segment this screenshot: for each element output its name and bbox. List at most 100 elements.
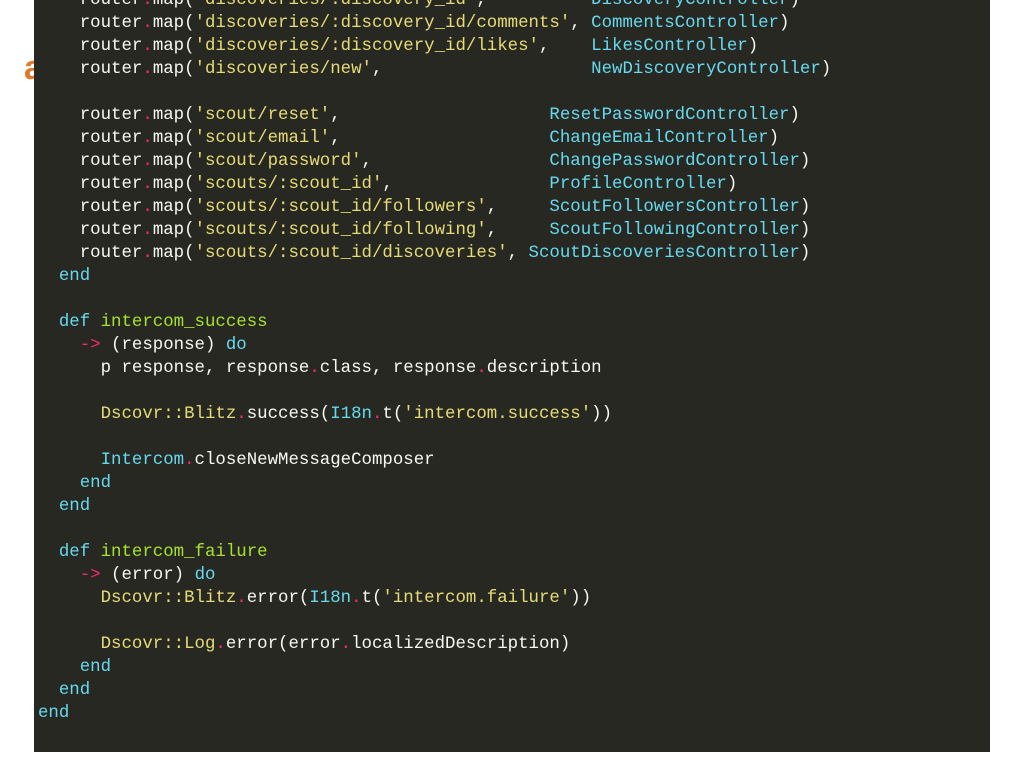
code-token: ) [789,0,800,10]
code-token: . [215,635,226,654]
code-line: end [38,702,831,725]
code-token: I18n [330,405,372,424]
code-line: def intercom_failure [38,541,831,564]
code-token: def [38,543,101,562]
code-token: ) [747,37,759,56]
code-token: ) [779,14,790,33]
code-line: p response, response.class, response.des… [38,357,831,380]
code-token: (error) [100,566,195,585]
code-token: Dscovr::Blitz [38,405,237,424]
code-token: router [38,175,143,194]
code-token: end [38,474,112,493]
code-line: router.map('discoveries/:discovery_id/co… [38,12,831,35]
code-line: Dscovr::Blitz.error(I18n.t('intercom.fai… [38,587,831,610]
code-token: , [570,14,592,33]
code-token: localizedDescription) [351,635,571,654]
code-token: router [38,60,143,79]
code-line: router.map('scouts/:scout_id/following',… [38,219,831,242]
code-token: LikesController [591,37,748,56]
code-token: . [142,60,153,79]
code-token: , [507,244,529,263]
code-token: . [142,244,153,263]
code-token: Dscovr::Blitz [38,589,237,608]
code-token: , [330,129,550,148]
code-line: -> (error) do [38,564,831,587]
code-line: end [38,679,831,702]
code-token: . [351,589,362,608]
code-token: NewDiscoveryController [591,60,821,79]
code-token: 'scout/password' [194,152,362,171]
code-panel: router.map('discoveries/:discovery_id', … [34,0,990,752]
code-line: router.map('scouts/:scout_id', ProfileCo… [38,173,831,196]
code-token: end [38,267,91,286]
code-token: intercom_success [100,313,268,332]
code-token: end [38,704,70,723]
code-token: router [38,221,143,240]
code-line: def intercom_success [38,311,831,334]
code-token: error(error [225,635,341,654]
code-token: router [38,106,143,125]
code-token: router [38,14,143,33]
code-token: map( [152,198,195,217]
code-token: I18n [309,589,352,608]
code-line: router.map('scout/email', ChangeEmailCon… [38,127,831,150]
code-token: intercom_failure [100,543,268,562]
code-token: t( [361,589,383,608]
code-line: Dscovr::Blitz.success(I18n.t('intercom.s… [38,403,831,426]
code-token: . [142,14,153,33]
code-token: 'intercom.success' [403,405,592,424]
code-token: end [38,681,91,700]
code-token: Dscovr::Log [38,635,216,654]
code-token: ScoutFollowingController [549,221,800,240]
code-token: ) [768,129,780,148]
code-line: router.map('discoveries/new', NewDiscove… [38,58,831,81]
code-token: Intercom [38,451,185,470]
code-token: . [184,451,195,470]
code-line: router.map('scout/password', ChangePassw… [38,150,831,173]
code-token: 'discoveries/:discovery_id' [194,0,477,10]
code-token: 'discoveries/:discovery_id/likes' [194,37,539,56]
code-line: router.map('discoveries/:discovery_id', … [38,0,831,12]
code-line: end [38,495,831,518]
code-token: ScoutDiscoveriesController [528,244,800,263]
code-token: )) [591,405,613,424]
code-token: , [486,198,550,217]
code-token: , [486,221,550,240]
code-token: map( [152,106,195,125]
code-token: ) [799,244,811,263]
code-token: , [382,175,550,194]
code-token: error( [246,589,310,608]
code-token: ) [820,60,832,79]
code-token: 'scouts/:scout_id/following' [194,221,487,240]
code-token: ) [789,106,800,125]
code-token: . [476,359,487,378]
code-token: map( [152,221,195,240]
code-token: 'intercom.failure' [382,589,571,608]
code-token: -> [38,566,101,585]
code-line: Dscovr::Log.error(error.localizedDescrip… [38,633,831,656]
code-token: map( [152,152,195,171]
code-token: end [38,497,91,516]
code-token: . [371,405,383,424]
code-line: end [38,656,831,679]
code-token: ScoutFollowersController [549,198,800,217]
code-token: do [225,336,247,355]
code-token: router [38,129,143,148]
code-token: DiscoveryController [591,0,790,10]
code-token: class, response [319,359,477,378]
code-line: router.map('scouts/:scout_id/discoveries… [38,242,831,265]
code-token: . [142,0,153,10]
code-token: )) [570,589,592,608]
code-token: . [236,589,247,608]
code-token: 'scout/email' [194,129,331,148]
code-token: 'discoveries/:discovery_id/comments' [194,14,571,33]
code-token: p response, response [38,359,310,378]
code-token: , [476,0,592,10]
code-line: router.map('scout/reset', ResetPasswordC… [38,104,831,127]
code-line: end [38,472,831,495]
